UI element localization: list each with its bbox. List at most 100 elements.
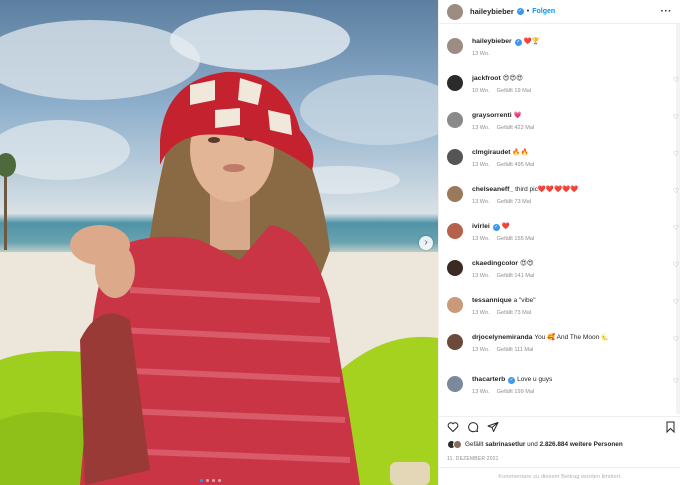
comment-heart-icon[interactable]: ♡ <box>673 150 679 158</box>
follow-button[interactable]: Folgen <box>532 8 555 15</box>
author-avatar[interactable] <box>447 3 463 20</box>
commenter-avatar[interactable] <box>447 260 463 276</box>
commenter-avatar[interactable] <box>447 334 463 350</box>
comment-meta: 10 Wo. Gefällt 19 Mal <box>472 88 671 94</box>
comment-item: drjocelynemiranda You 🥰 And The Moon 🌜 ♡ 1… <box>439 333 680 353</box>
comment-age[interactable]: 13 Wo. <box>472 125 490 131</box>
comment-username[interactable]: graysorrenti <box>472 112 512 119</box>
likes-prefix: Gefällt <box>465 441 486 448</box>
comment-username[interactable]: ivirlei <box>472 223 490 230</box>
comment-text: ckaedingcolor 😍😍 <box>472 259 671 268</box>
comment-age[interactable]: 13 Wo. <box>472 273 490 279</box>
comment-body: ❤️🏆 <box>523 38 540 45</box>
comment-age[interactable]: 10 Wo. <box>472 88 490 94</box>
comment-likes[interactable]: Gefällt 73 Mal <box>497 310 532 316</box>
comment-username[interactable]: jackfroot <box>472 75 501 82</box>
post-header: haileybieber ✓ • Folgen ··· <box>439 0 680 24</box>
comment-age[interactable]: 13 Wo. <box>472 199 490 205</box>
comment-age[interactable]: 13 Wo. <box>472 51 490 57</box>
comment-age[interactable]: 13 Wo. <box>472 347 490 353</box>
comment-icon[interactable] <box>467 421 479 433</box>
post-date: 11. DEZEMBER 2021 <box>447 456 499 462</box>
commenter-avatar[interactable] <box>447 297 463 313</box>
commenter-avatar[interactable] <box>447 38 463 54</box>
comment-meta: 13 Wo. Gefällt 422 Mal <box>472 125 671 131</box>
carousel-dot <box>206 479 209 482</box>
comment-age[interactable]: 13 Wo. <box>472 236 490 242</box>
commenter-avatar[interactable] <box>447 75 463 91</box>
comment-heart-icon[interactable]: ♡ <box>673 261 679 269</box>
verified-icon: ✓ <box>492 224 500 231</box>
comment-username[interactable]: tessannique <box>472 297 512 304</box>
comment-age[interactable]: 13 Wo. <box>472 389 490 395</box>
comment-item: clmgiraudet 🔥🔥 ♡ 13 Wo. Gefällt 495 Mal <box>439 148 680 168</box>
likes-summary[interactable]: Gefällt sabrinasetlur und 2.826.884 weit… <box>447 440 623 449</box>
commenter-avatar[interactable] <box>447 149 463 165</box>
liker-avatar <box>453 440 462 449</box>
likes-text: Gefällt sabrinasetlur und 2.826.884 weit… <box>465 441 623 448</box>
comment-likes[interactable]: Gefällt 73 Mal <box>497 199 532 205</box>
comment-heart-icon[interactable]: ♡ <box>673 224 679 232</box>
comment-heart-icon[interactable]: ♡ <box>673 377 679 385</box>
verified-icon: ✓ <box>516 8 524 15</box>
heart-icon[interactable] <box>447 421 459 433</box>
comment-body: third pic❤️❤️❤️❤️❤️ <box>515 186 579 193</box>
comment-meta: 13 Wo. Gefällt 73 Mal <box>472 310 671 316</box>
comment-text: graysorrenti 💗 <box>472 111 671 120</box>
comment-age[interactable]: 13 Wo. <box>472 310 490 316</box>
share-icon[interactable] <box>487 421 499 433</box>
comment-body: Love u guys <box>517 376 553 383</box>
comment-likes[interactable]: Gefällt 422 Mal <box>497 125 535 131</box>
comment-text: jackfroot 😍😍😍 <box>472 74 671 83</box>
comment-item: chelseaneff_ third pic❤️❤️❤️❤️❤️ ♡ 13 Wo. G… <box>439 185 680 205</box>
bookmark-icon[interactable] <box>665 421 676 433</box>
comment-body: You 🥰 And The Moon 🌜 <box>534 334 610 341</box>
comment-likes[interactable]: Gefällt 155 Mal <box>497 236 535 242</box>
comment-item: thacarterb ✓ Love u guys ♡ 13 Wo. Gefällt 19… <box>439 375 680 395</box>
carousel-dot <box>218 479 221 482</box>
comment-likes[interactable]: Gefällt 199 Mal <box>497 389 535 395</box>
comment-heart-icon[interactable]: ♡ <box>673 76 679 84</box>
carousel-dot <box>212 479 215 482</box>
comment-body: ❤️ <box>501 223 510 230</box>
more-icon[interactable]: ··· <box>661 6 673 17</box>
comment-heart-icon[interactable]: ♡ <box>673 335 679 343</box>
comment-likes[interactable]: Gefällt 19 Mal <box>497 88 532 94</box>
comment-meta: 13 Wo. Gefällt 111 Mal <box>472 347 671 353</box>
comment-likes[interactable]: Gefällt 141 Mal <box>497 273 535 279</box>
carousel-next-button[interactable]: › <box>419 236 433 250</box>
comment-meta: 13 Wo. Gefällt 495 Mal <box>472 162 671 168</box>
commenter-avatar[interactable] <box>447 223 463 239</box>
photo-illustration <box>0 10 438 485</box>
comment-username[interactable]: clmgiraudet <box>472 149 511 156</box>
comment-likes[interactable]: Gefällt 111 Mal <box>497 347 534 353</box>
comments-closed-notice: Kommentare zu diesem Beitrag wurden limi… <box>439 467 680 485</box>
commenter-avatar[interactable] <box>447 186 463 202</box>
comment-username[interactable]: thacarterb <box>472 376 505 383</box>
comment-text: clmgiraudet 🔥🔥 <box>472 148 671 157</box>
comment-heart-icon[interactable]: ♡ <box>673 113 679 121</box>
comment-username[interactable]: haileybieber <box>472 38 512 45</box>
action-bar <box>439 416 680 433</box>
chevron-right-icon: › <box>424 237 428 248</box>
commenter-avatar[interactable] <box>447 112 463 128</box>
comment-heart-icon[interactable]: ♡ <box>673 298 679 306</box>
post-side-panel: haileybieber ✓ • Folgen ··· haileybieber… <box>438 0 680 485</box>
comment-likes[interactable]: Gefällt 495 Mal <box>497 162 535 168</box>
comment-text: haileybieber ✓ ❤️🏆 <box>472 37 671 46</box>
likes-first-user[interactable]: sabrinasetlur <box>485 441 525 448</box>
comment-body: 💗 <box>513 112 522 119</box>
post-photo[interactable]: › <box>0 0 438 485</box>
commenter-avatar[interactable] <box>447 376 463 392</box>
comment-username[interactable]: ckaedingcolor <box>472 260 518 267</box>
author-username[interactable]: haileybieber <box>470 7 514 16</box>
comment-age[interactable]: 13 Wo. <box>472 162 490 168</box>
comment-body: 🔥🔥 <box>512 149 529 156</box>
comment-item: ivirlei ✓ ❤️ ♡ 13 Wo. Gefällt 155 Mal <box>439 222 680 242</box>
likes-count[interactable]: 2.826.884 weitere Personen <box>540 441 623 448</box>
comment-username[interactable]: chelseaneff_ <box>472 186 513 193</box>
carousel-dots <box>200 479 221 482</box>
comment-meta: 13 Wo. Gefällt 141 Mal <box>472 273 671 279</box>
comment-heart-icon[interactable]: ♡ <box>673 187 679 195</box>
comment-username[interactable]: drjocelynemiranda <box>472 334 532 341</box>
